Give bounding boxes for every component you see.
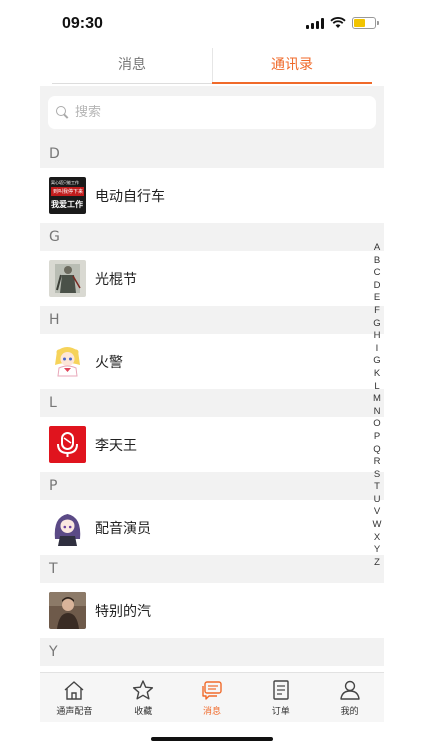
section-header-l: L — [40, 389, 384, 417]
status-icons — [306, 17, 379, 29]
status-bar: 09:30 — [0, 0, 422, 48]
index-letter[interactable]: X — [374, 532, 380, 545]
bottom-tab-home[interactable]: 通声配音 — [40, 673, 109, 722]
bottom-tab-favorites[interactable]: 收藏 — [109, 673, 178, 722]
index-letter[interactable]: Z — [374, 557, 380, 570]
home-icon — [64, 681, 84, 700]
section-header-h: H — [40, 306, 384, 334]
bottom-tab-label: 通声配音 — [56, 707, 93, 717]
chat-icon — [202, 681, 222, 700]
search-area — [40, 86, 384, 140]
document-icon — [273, 680, 289, 700]
contact-row[interactable]: 特别的汽 — [40, 583, 384, 638]
bottom-tab-label: 订单 — [271, 707, 290, 717]
index-letter[interactable]: F — [374, 305, 380, 318]
red-logo-avatar — [49, 426, 86, 463]
index-letter[interactable]: S — [374, 469, 380, 482]
cellular-signal-icon — [306, 17, 324, 29]
index-letter[interactable]: N — [374, 406, 381, 419]
wifi-icon — [330, 17, 346, 28]
index-letter[interactable]: K — [374, 368, 380, 381]
status-time: 09:30 — [62, 15, 103, 32]
index-letter[interactable]: T — [374, 481, 380, 494]
bottom-tab-profile[interactable]: 我的 — [315, 673, 384, 722]
index-letter[interactable]: P — [374, 431, 380, 444]
index-letter[interactable]: D — [374, 280, 381, 293]
index-letter[interactable]: H — [374, 330, 381, 343]
anime-purple-avatar — [49, 509, 86, 546]
contact-name: 特别的汽 — [95, 603, 151, 620]
index-letter[interactable]: V — [374, 506, 380, 519]
index-letter[interactable]: G — [373, 318, 380, 331]
person-icon — [339, 680, 360, 700]
tab-contacts[interactable]: 通讯录 — [212, 48, 372, 86]
contact-name: 配音演员 — [95, 520, 151, 537]
battery-icon — [352, 17, 379, 29]
bottom-tab-bar: 通声配音 收藏 消息 订单 我的 — [40, 672, 384, 722]
search-box[interactable] — [48, 96, 376, 129]
anime-girl-avatar — [49, 343, 86, 380]
index-letter[interactable]: L — [374, 381, 379, 394]
contact-name: 李天王 — [95, 437, 137, 454]
contact-row[interactable]: 配音演员 — [40, 500, 384, 555]
index-letter[interactable]: A — [374, 242, 380, 255]
index-letter[interactable]: Y — [374, 544, 380, 557]
alphabet-index[interactable]: ABCDEFGHIGKLMNOPQRSTUVWXYZ — [370, 242, 384, 569]
index-letter[interactable]: U — [374, 494, 381, 507]
section-header-g: G — [40, 223, 384, 251]
search-icon — [56, 106, 69, 119]
poster-avatar: 离心塔只能工作 到叫我停下来 我爱工作 — [49, 177, 86, 214]
top-tabs: 消息 通讯录 — [52, 48, 372, 86]
person-photo-avatar — [49, 592, 86, 629]
section-header-t: T — [40, 555, 384, 583]
search-input[interactable] — [75, 105, 335, 120]
index-letter[interactable]: I — [376, 343, 379, 356]
index-letter[interactable]: W — [373, 519, 382, 532]
index-letter[interactable]: E — [374, 292, 380, 305]
bottom-tab-label: 收藏 — [134, 707, 153, 717]
tab-messages[interactable]: 消息 — [52, 48, 212, 86]
index-letter[interactable]: R — [374, 456, 381, 469]
contact-row[interactable]: 光棍节 — [40, 251, 384, 306]
contact-row[interactable]: 离心塔只能工作 到叫我停下来 我爱工作 电动自行车 — [40, 168, 384, 223]
index-letter[interactable]: M — [373, 393, 381, 406]
index-letter[interactable]: G — [373, 355, 380, 368]
contact-name: 电动自行车 — [95, 188, 165, 205]
star-icon — [133, 680, 154, 700]
contact-name: 火警 — [95, 354, 123, 371]
index-letter[interactable]: O — [373, 418, 380, 431]
section-header-p: P — [40, 472, 384, 500]
contact-name: 光棍节 — [95, 271, 137, 288]
figure-avatar — [49, 260, 86, 297]
bottom-tab-messages[interactable]: 消息 — [178, 673, 247, 722]
index-letter[interactable]: Q — [373, 444, 380, 457]
contact-row[interactable]: 火警 — [40, 334, 384, 389]
bottom-tab-orders[interactable]: 订单 — [246, 673, 315, 722]
index-letter[interactable]: C — [374, 267, 381, 280]
contacts-panel: D 离心塔只能工作 到叫我停下来 我爱工作 电动自行车 G 光棍节 H — [40, 86, 384, 672]
section-header-d: D — [40, 140, 384, 168]
section-header-y: Y — [40, 638, 384, 666]
bottom-tab-label: 我的 — [340, 707, 359, 717]
index-letter[interactable]: B — [374, 255, 380, 268]
bottom-tab-label: 消息 — [202, 707, 221, 717]
home-indicator — [151, 737, 273, 741]
contact-row[interactable]: 李天王 — [40, 417, 384, 472]
